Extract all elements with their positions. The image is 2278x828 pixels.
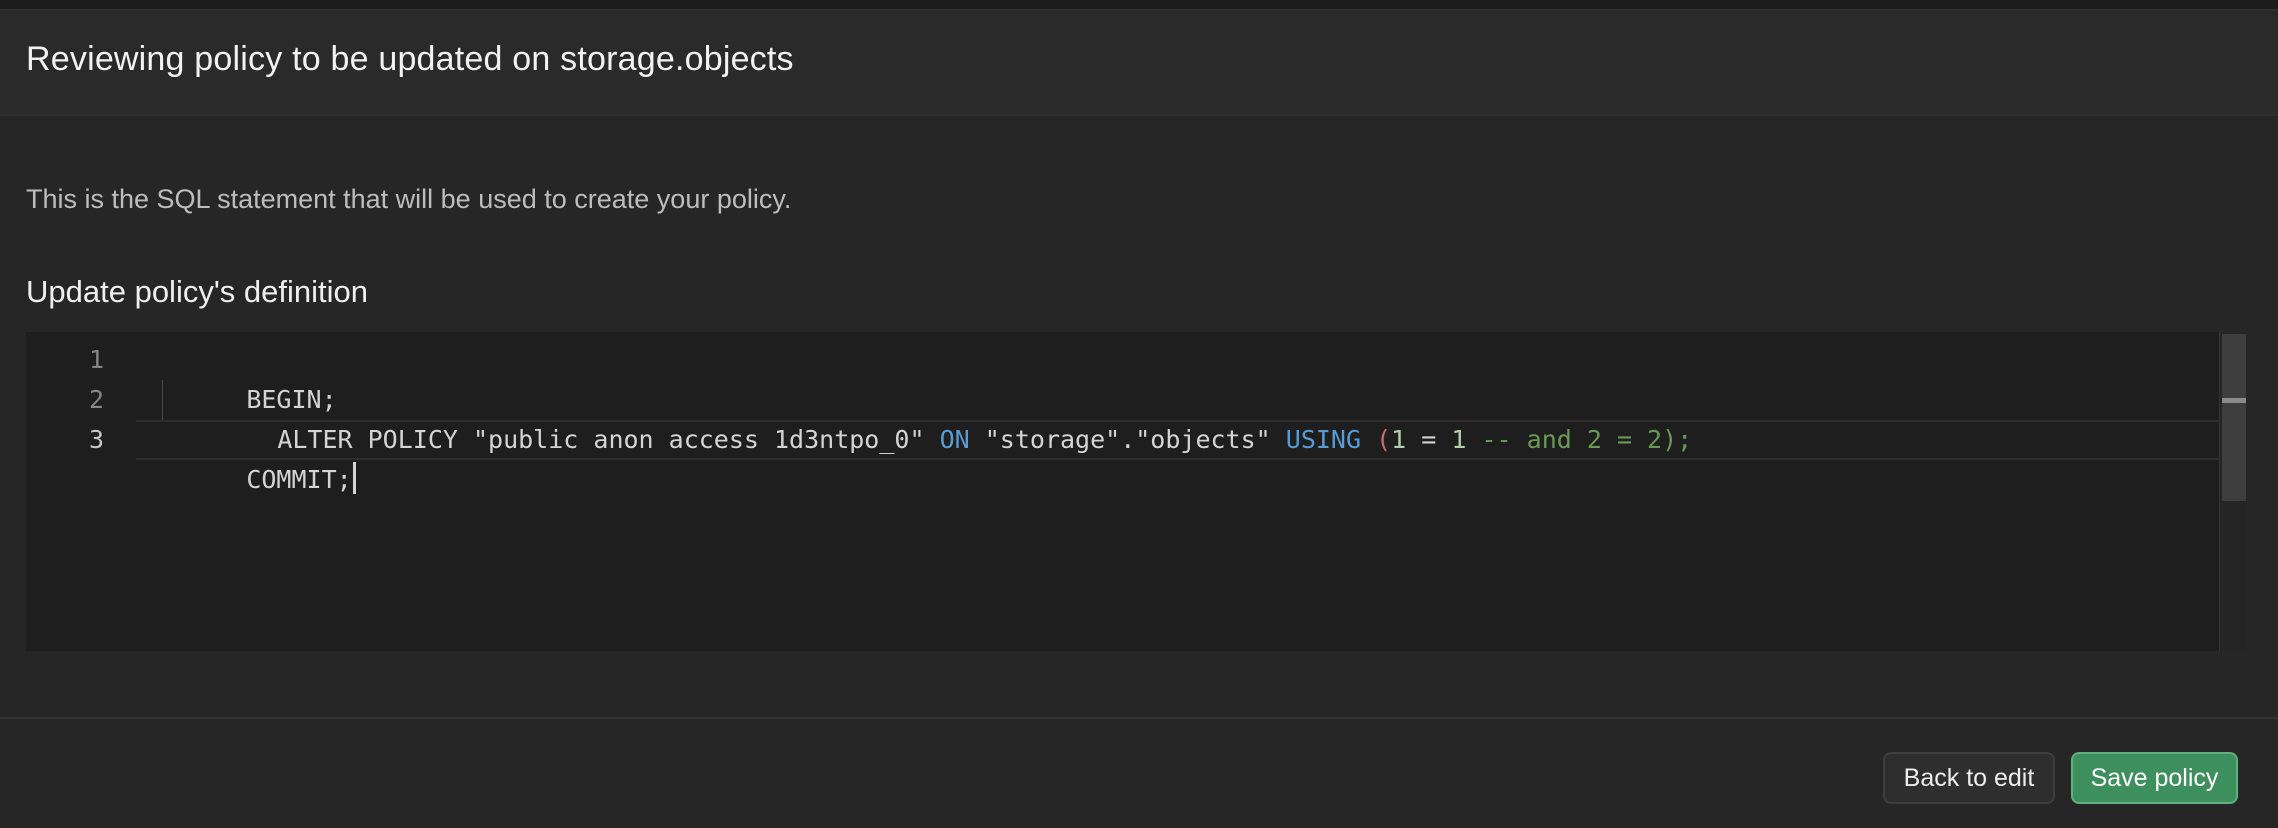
back-to-edit-button[interactable]: Back to edit: [1883, 752, 2055, 804]
line-number-gutter: 1 2 3: [26, 332, 136, 651]
description-text: This is the SQL statement that will be u…: [26, 184, 792, 214]
dialog-title: Reviewing policy to be updated on storag…: [26, 40, 794, 78]
code-text: COMMIT;: [246, 465, 352, 494]
number-token: 1: [1451, 425, 1467, 454]
section-title: Update policy's definition: [26, 274, 368, 309]
text-caret: [352, 462, 356, 494]
editor-scrollbar[interactable]: [2219, 332, 2246, 651]
sql-code-editor[interactable]: 1 2 3 BEGIN; ALTER POLICY "public anon a…: [26, 332, 2246, 651]
dialog-footer: Back to edit Save policy: [0, 717, 2278, 828]
code-text: "storage"."objects": [969, 425, 1286, 454]
keyword-token: ON: [939, 425, 970, 454]
scrollbar-thumb[interactable]: [2222, 334, 2246, 501]
dialog-body: This is the SQL statement that will be u…: [0, 116, 2278, 717]
dialog-header: Reviewing policy to be updated on storag…: [0, 10, 2278, 116]
line-number: 1: [88, 345, 104, 374]
code-line-2[interactable]: ALTER POLICY "public anon access 1d3ntpo…: [187, 380, 1692, 500]
line-number: 3: [88, 425, 104, 454]
scrollbar-cursor-marker: [2222, 398, 2246, 403]
keyword-token: USING: [1285, 425, 1362, 454]
line-number: 2: [88, 385, 104, 414]
code-line-3[interactable]: COMMIT;: [156, 420, 356, 540]
number-token: 1: [1391, 425, 1407, 454]
save-policy-button[interactable]: Save policy: [2071, 752, 2238, 804]
comment-token: -- and 2 = 2);: [1466, 425, 1693, 454]
code-text: ALTER POLICY "public anon access 1d3ntpo…: [277, 425, 940, 454]
top-strip: [0, 0, 2278, 10]
operator-token: =: [1406, 425, 1452, 454]
paren-token: (: [1376, 425, 1392, 454]
